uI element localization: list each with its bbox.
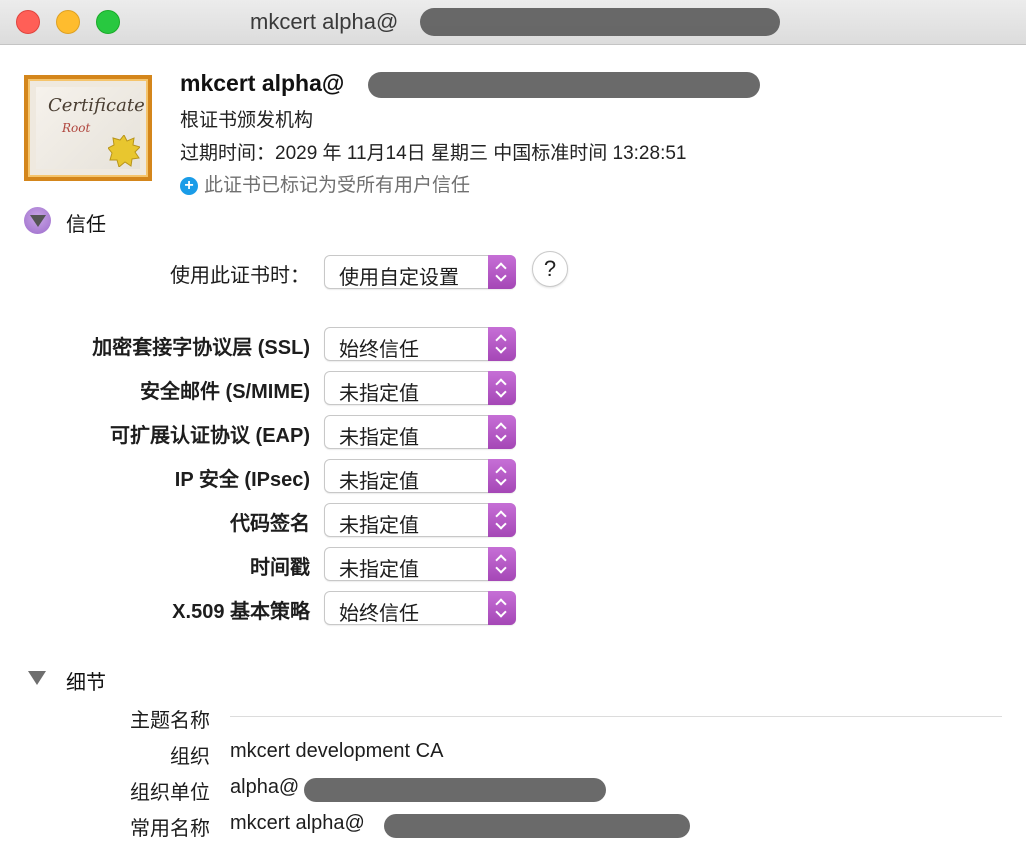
code-signing-label: 代码签名 <box>230 513 310 535</box>
popup-arrows-icon <box>488 459 516 493</box>
timestamp-label: 时间戳 <box>250 557 310 579</box>
trust-status: + 此证书已标记为受所有用户信任 <box>180 170 470 197</box>
ssl-label: 加密套接字协议层 (SSL) <box>92 337 310 359</box>
popup-arrows-icon <box>488 327 516 361</box>
subject-name-label: 主题名称 <box>130 710 210 732</box>
zoom-button[interactable] <box>96 10 120 34</box>
common-name-value: mkcert alpha@ <box>230 812 365 834</box>
when-using-popup[interactable]: 使用自定设置 <box>324 255 516 289</box>
ssl-value: 始终信任 <box>339 339 419 361</box>
redaction-mark <box>304 778 606 802</box>
smime-value: 未指定值 <box>339 383 419 405</box>
seal-icon <box>108 135 140 167</box>
common-name-label: 常用名称 <box>130 818 210 840</box>
ipsec-value: 未指定值 <box>339 471 419 493</box>
subject-name-divider <box>230 716 1002 717</box>
ssl-popup[interactable]: 始终信任 <box>324 327 516 361</box>
eap-value: 未指定值 <box>339 427 419 449</box>
smime-popup[interactable]: 未指定值 <box>324 371 516 405</box>
x509-label: X.509 基本策略 <box>172 601 310 623</box>
certificate-type: 根证书颁发机构 <box>180 110 314 131</box>
certificate-icon-root: Root <box>62 121 91 135</box>
window-title: mkcert alpha@ <box>250 9 399 34</box>
certificate-icon: Certificate Root <box>24 75 152 181</box>
redaction-mark <box>420 8 780 36</box>
popup-arrows-icon <box>488 371 516 405</box>
organization-value: mkcert development CA <box>230 740 444 762</box>
redaction-mark <box>384 814 690 838</box>
ipsec-label: IP 安全 (IPsec) <box>174 469 310 491</box>
details-section-title: 细节 <box>66 672 106 694</box>
minimize-button[interactable] <box>56 10 80 34</box>
organizational-unit-value: alpha@ <box>230 776 300 798</box>
eap-popup[interactable]: 未指定值 <box>324 415 516 449</box>
popup-arrows-icon <box>488 547 516 581</box>
popup-arrows-icon <box>488 591 516 625</box>
x509-popup[interactable]: 始终信任 <box>324 591 516 625</box>
trust-section-title: 信任 <box>66 214 106 236</box>
popup-arrows-icon <box>488 415 516 449</box>
organization-label: 组织 <box>170 746 210 768</box>
help-button[interactable]: ? <box>532 251 568 287</box>
popup-arrows-icon <box>488 255 516 289</box>
code-signing-value: 未指定值 <box>339 515 419 537</box>
plus-circle-icon: + <box>180 177 198 195</box>
certificate-window: mkcert alpha@ Certificate Root mkcert al… <box>0 0 1026 864</box>
certificate-name: mkcert alpha@ <box>180 70 345 96</box>
smime-label: 安全邮件 (S/MIME) <box>140 381 310 403</box>
expiry-date: 过期时间：2029 年 11月14日 星期三 中国标准时间 13:28:51 <box>180 143 687 164</box>
popup-arrows-icon <box>488 503 516 537</box>
trust-disclosure-icon[interactable] <box>24 207 51 234</box>
trust-status-text: 此证书已标记为受所有用户信任 <box>204 175 471 196</box>
when-using-value: 使用自定设置 <box>339 267 459 289</box>
ipsec-popup[interactable]: 未指定值 <box>324 459 516 493</box>
timestamp-value: 未指定值 <box>339 559 419 581</box>
x509-value: 始终信任 <box>339 603 419 625</box>
certificate-icon-word: Certificate <box>48 95 145 116</box>
code-signing-popup[interactable]: 未指定值 <box>324 503 516 537</box>
details-disclosure-icon[interactable] <box>28 671 46 685</box>
organizational-unit-label: 组织单位 <box>130 782 210 804</box>
eap-label: 可扩展认证协议 (EAP) <box>110 425 310 447</box>
when-using-label: 使用此证书时： <box>170 265 310 287</box>
title-bar: mkcert alpha@ <box>0 0 1026 45</box>
timestamp-popup[interactable]: 未指定值 <box>324 547 516 581</box>
redaction-mark <box>368 72 760 98</box>
close-button[interactable] <box>16 10 40 34</box>
